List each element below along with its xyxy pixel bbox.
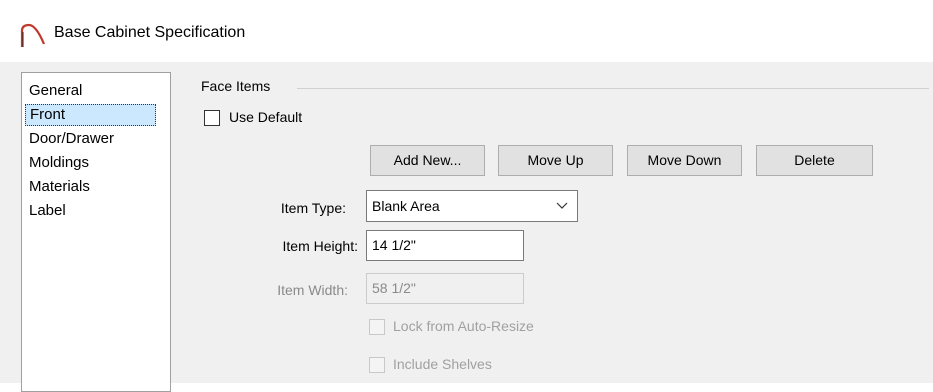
dialog-body: General Front Door/Drawer Moldings Mater… (0, 62, 933, 392)
face-items-group-label: Face Items (201, 78, 271, 94)
sidebar-item-door-drawer[interactable]: Door/Drawer (25, 128, 118, 150)
sidebar-item-general[interactable]: General (25, 80, 86, 102)
category-list[interactable]: General Front Door/Drawer Moldings Mater… (21, 72, 171, 392)
sidebar-item-moldings[interactable]: Moldings (25, 152, 93, 174)
lock-auto-resize-checkbox (369, 319, 385, 335)
item-height-label: Item Height: (282, 238, 358, 254)
window-title: Base Cabinet Specification (54, 24, 246, 41)
include-shelves-label: Include Shelves (393, 356, 492, 372)
sidebar-item-materials[interactable]: Materials (25, 176, 94, 198)
move-down-button[interactable]: Move Down (627, 145, 742, 176)
chevron-down-icon (556, 202, 568, 209)
sidebar-item-front[interactable]: Front (25, 104, 156, 126)
item-width-input: 58 1/2" (366, 273, 524, 304)
sidebar-item-label[interactable]: Label (25, 200, 70, 222)
move-up-button[interactable]: Move Up (498, 145, 613, 176)
item-type-label: Item Type: (280, 200, 346, 216)
item-height-input[interactable]: 14 1/2" (366, 230, 524, 261)
include-shelves-checkbox (369, 357, 385, 373)
group-divider (297, 88, 929, 89)
use-default-label[interactable]: Use Default (229, 109, 302, 125)
item-type-select[interactable]: Blank Area (366, 190, 578, 222)
item-type-value: Blank Area (372, 198, 440, 214)
delete-button[interactable]: Delete (756, 145, 873, 176)
arch-icon (20, 23, 46, 47)
add-new-button[interactable]: Add New... (370, 145, 485, 176)
title-bar: Base Cabinet Specification (0, 0, 933, 62)
item-width-label: Item Width: (277, 282, 348, 298)
lock-auto-resize-label: Lock from Auto-Resize (393, 318, 534, 334)
use-default-checkbox[interactable] (204, 110, 220, 126)
